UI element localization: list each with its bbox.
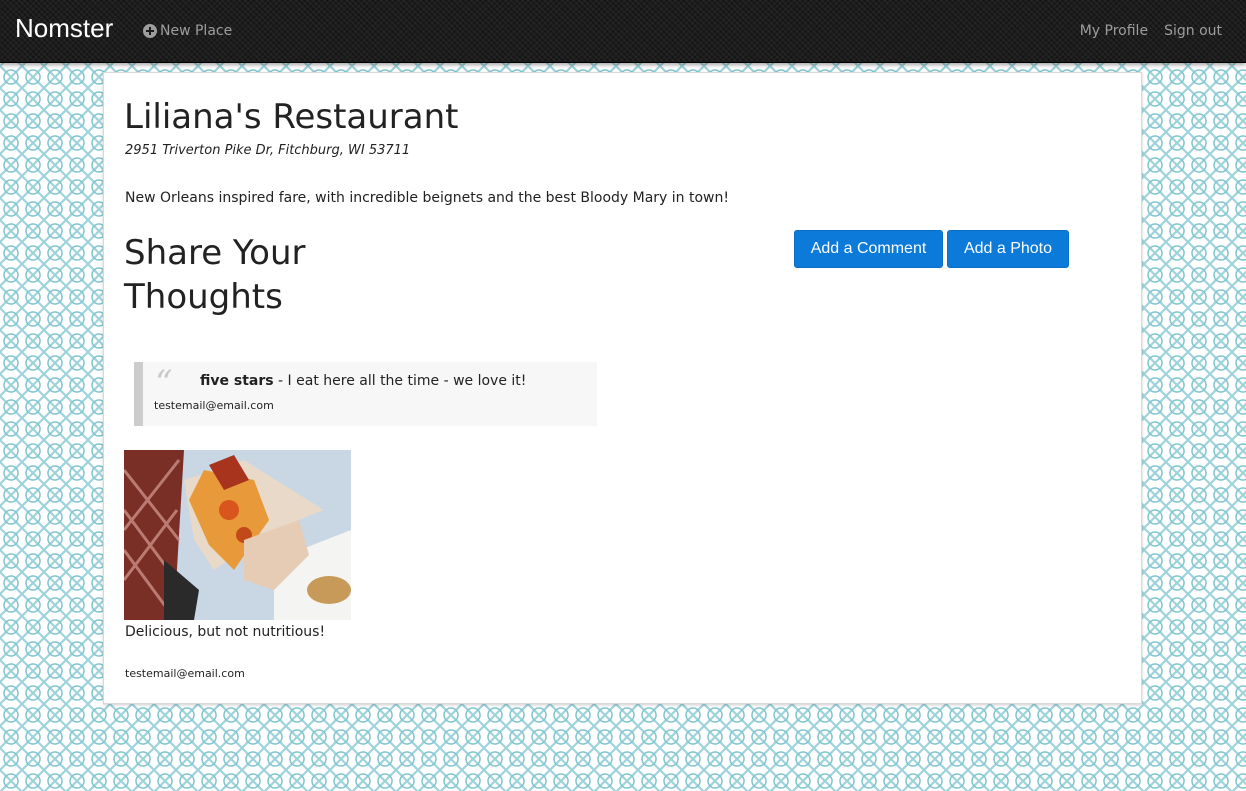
plus-circle-icon [143, 24, 157, 38]
place-title: Liliana's Restaurant [124, 97, 459, 137]
photo-author: testemail@email.com [125, 667, 245, 680]
user-nav: My Profile Sign out [1080, 21, 1222, 41]
share-heading: Share Your Thoughts [124, 233, 306, 317]
comment-blockquote: “ five stars - I eat here all the time -… [134, 362, 597, 426]
add-photo-button[interactable]: Add a Photo [947, 230, 1069, 268]
my-profile-link[interactable]: My Profile [1080, 23, 1148, 39]
comment-separator: - [273, 373, 288, 389]
comment-author: testemail@email.com [154, 399, 274, 412]
comment-rating: five stars [200, 373, 274, 389]
brand-logo-link[interactable]: Nomster [15, 13, 113, 44]
comment-text: five stars - I eat here all the time - w… [200, 373, 526, 389]
photo-caption: Delicious, but not nutritious! [125, 624, 326, 640]
top-navbar: Nomster New Place My Profile Sign out [0, 0, 1246, 63]
place-photo [124, 450, 351, 620]
quote-icon: “ [155, 363, 173, 403]
sign-out-link[interactable]: Sign out [1164, 23, 1222, 39]
new-place-label: New Place [160, 23, 233, 39]
place-description: New Orleans inspired fare, with incredib… [125, 190, 729, 206]
new-place-link[interactable]: New Place [143, 21, 232, 41]
place-card: Liliana's Restaurant 2951 Triverton Pike… [103, 72, 1142, 704]
add-comment-button[interactable]: Add a Comment [794, 230, 943, 268]
comment-message: I eat here all the time - we love it! [287, 373, 527, 389]
place-address: 2951 Triverton Pike Dr, Fitchburg, WI 53… [125, 143, 411, 158]
